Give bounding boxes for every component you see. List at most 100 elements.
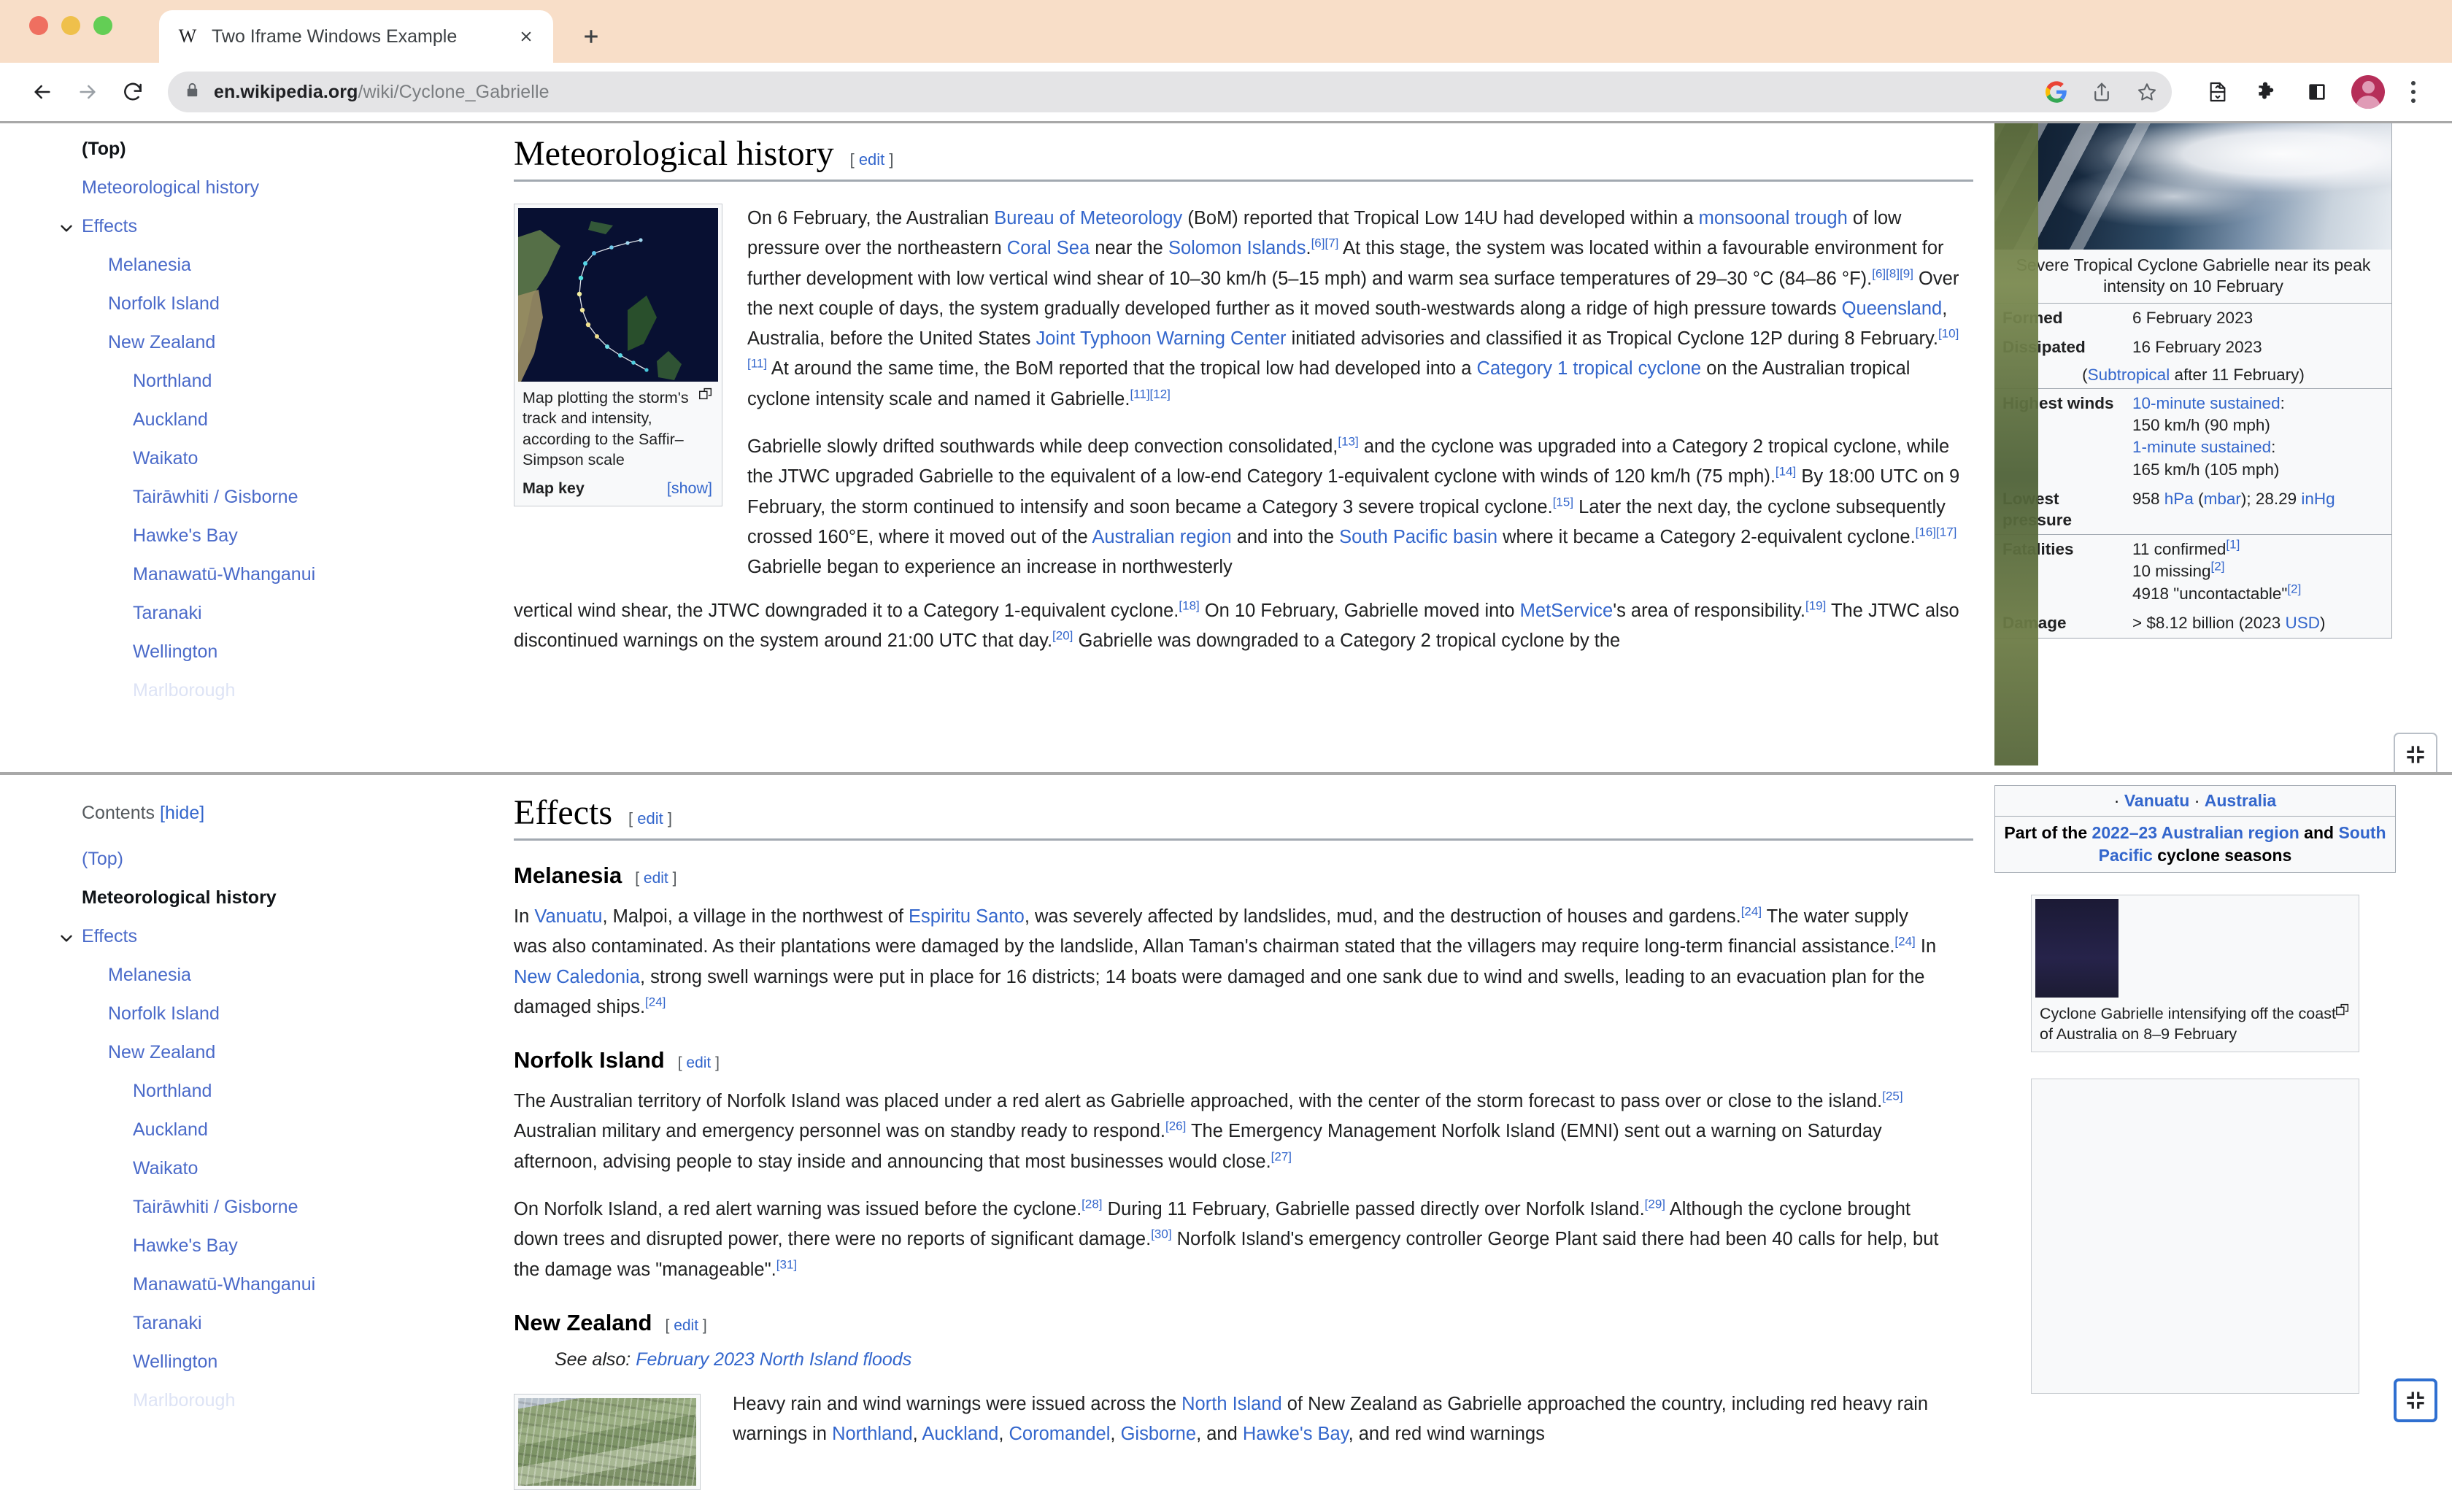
frame1-table-of-contents: Contents [hide] (Top) Meteorological his… [0,123,482,719]
close-tab-icon[interactable] [515,26,537,47]
share-icon[interactable] [2084,74,2119,109]
browser-toolbar: en.wikipedia.org/wiki/Cyclone_Gabrielle [0,63,2452,121]
tab-strip: W Two Iframe Windows Example [0,0,2452,63]
minimize-window-button[interactable] [61,16,80,35]
frame2-toc-item-waikato[interactable]: Waikato [82,1158,482,1179]
frame1-infobox-value-lowest-pressure: 958 hPa (mbar); 28.29 inHg [2131,485,2391,535]
frame2-toc-item-meteorological-history[interactable]: Meteorological history [82,887,482,908]
expand-image-icon[interactable] [2335,1002,2351,1018]
frame1-toc-item-manawatu-whanganui[interactable]: Manawatū-Whanganui [82,564,482,585]
frame1-infobox: Severe Tropical Cyclone Gabrielle near i… [1994,123,2392,639]
frame2-norfolk-paragraph-1: The Australian territory of Norfolk Isla… [514,1087,1944,1177]
frame1-toc-item-melanesia[interactable]: Melanesia [82,255,482,275]
frame2-toc-item-manawatu-whanganui[interactable]: Manawatū-Whanganui [82,1274,482,1295]
frame2-toc-item-wellington[interactable]: Wellington [82,1351,482,1372]
wikipedia-favicon-icon: W [175,24,200,49]
frame2-toc-item-top[interactable]: (Top) [82,849,482,869]
frame2-section-heading: Effects [ edit ] [514,792,1973,833]
frame2-norfolk-paragraph-2: On Norfolk Island, a red alert warning w… [514,1195,1944,1285]
frame2-toc-item-new-zealand[interactable]: New Zealand [82,1042,482,1062]
frame1-track-map-thumbnail[interactable]: Map plotting the storm's track and inten… [514,204,722,506]
maximize-window-button[interactable] [93,16,112,35]
forward-arrow-icon[interactable] [67,72,108,112]
omnibox-actions [2039,74,2164,109]
frame2-affected-areas: · Vanuatu · Australia [1994,785,2396,816]
frame2-toc-item-melanesia[interactable]: Melanesia [82,965,482,985]
address-bar[interactable]: en.wikipedia.org/wiki/Cyclone_Gabrielle [168,72,2172,112]
close-window-button[interactable] [29,16,48,35]
chevron-down-icon[interactable] [57,219,76,238]
frame1-infobox-clip: Severe Tropical Cyclone Gabrielle near i… [1994,123,2394,765]
frame1-exit-fullscreen-button[interactable] [2394,733,2437,772]
frame2-toc-item-norfolk-island[interactable]: Norfolk Island [82,1003,482,1024]
frame1-map-key-show-link[interactable]: [show] [667,479,712,498]
frame2-see-also: See also: February 2023 North Island flo… [555,1349,1973,1370]
frame1-toc-item-top[interactable]: (Top) [82,139,482,159]
frame2-see-also-link[interactable]: February 2023 North Island floods [636,1349,911,1370]
frame2-toc-hide-link[interactable]: [hide] [160,803,204,823]
puzzle-piece-icon[interactable] [2248,72,2287,112]
frame1-paragraph-2: Gabrielle slowly drifted southwards whil… [747,432,1973,582]
iframe-effects[interactable]: Contents [hide] (Top) Meteorological his… [0,775,2452,1512]
three-dot-menu-icon[interactable] [2397,72,2430,112]
frame1-section-title: Meteorological history [514,134,834,174]
frame2-toc-item-marlborough[interactable]: Marlborough [82,1390,482,1411]
page-scroll-icon[interactable] [2198,72,2237,112]
reload-icon[interactable] [112,72,153,112]
frame2-norfolk-edit-link[interactable]: [ edit ] [678,1054,720,1072]
frame1-toc-item-hawkes-bay[interactable]: Hawke's Bay [82,525,482,546]
frame2-toc-item-auckland[interactable]: Auckland [82,1119,482,1140]
frame2-aerial-thumbnail[interactable] [514,1394,701,1490]
expand-image-icon[interactable] [698,386,714,402]
frame2-newzealand-edit-link[interactable]: [ edit ] [666,1317,707,1335]
frame2-sidebar-thumbnail-1[interactable]: Cyclone Gabrielle intensifying off the c… [2031,895,2359,1052]
frame1-toc-item-new-zealand[interactable]: New Zealand [82,332,482,352]
frame1-track-map-image [518,208,718,382]
frame2-toc-item-hawkes-bay[interactable]: Hawke's Bay [82,1235,482,1256]
new-tab-button[interactable] [572,18,610,55]
frame1-infobox-caption: Severe Tropical Cyclone Gabrielle near i… [1995,250,2391,303]
frame1-infobox-value-formed: 6 February 2023 [2131,304,2391,333]
frame1-map-key-row: Map key [show] [518,474,718,502]
frame1-edit-link[interactable]: [ edit ] [850,150,894,169]
frame2-toc-item-tairawhiti-gisborne[interactable]: Tairāwhiti / Gisborne [82,1197,482,1217]
frame1-infobox-value-fatalities: 11 confirmed[1]10 missing[2]4918 "uncont… [2131,535,2391,608]
frame1-toc-item-meteorological-history[interactable]: Meteorological history [82,177,482,198]
frame1-infobox-value-damage: > $8.12 billion (2023 USD) [2131,609,2391,638]
frame1-toc-item-northland[interactable]: Northland [82,371,482,391]
frame1-infobox-value-dissipated: 16 February 2023 [2131,333,2391,362]
frame1-toc-item-effects[interactable]: Effects [82,216,482,236]
frame2-norfolk-heading: Norfolk Island [ edit ] [514,1047,1973,1073]
frame2-melanesia-heading: Melanesia [ edit ] [514,863,1973,889]
frame2-newzealand-title: New Zealand [514,1310,652,1336]
frame1-toc-item-wellington[interactable]: Wellington [82,641,482,662]
frame2-melanesia-paragraph: In Vanuatu, Malpoi, a village in the nor… [514,902,1944,1022]
frame1-toc-item-tairawhiti-gisborne[interactable]: Tairāwhiti / Gisborne [82,487,482,507]
profile-avatar[interactable] [2351,75,2385,109]
back-arrow-icon[interactable] [22,72,63,112]
frame2-toc-item-northland[interactable]: Northland [82,1081,482,1101]
frame1-toc-item-waikato[interactable]: Waikato [82,448,482,468]
browser-tab[interactable]: W Two Iframe Windows Example [159,10,553,63]
frame2-sidebar-thumbnail-2[interactable] [2031,1079,2359,1394]
browser-chrome: W Two Iframe Windows Example en.wikipedi… [0,0,2452,121]
frame1-infobox-subtropical-note: (Subtropical after 11 February) [1995,362,2391,388]
frame1-toc-item-norfolk-island[interactable]: Norfolk Island [82,293,482,314]
frame2-toc-item-effects[interactable]: Effects [82,926,482,946]
frame2-melanesia-edit-link[interactable]: [ edit ] [635,870,676,887]
frame1-paragraph-2-continued: vertical wind shear, the JTWC downgraded… [514,596,1973,657]
frame1-infobox-image [1995,123,2391,250]
frame1-toc-item-marlborough[interactable]: Marlborough [82,680,482,701]
frame2-toc-item-taranaki[interactable]: Taranaki [82,1313,482,1333]
frame1-toc-item-auckland[interactable]: Auckland [82,409,482,430]
side-panel-icon[interactable] [2297,72,2337,112]
iframe-meteorological-history[interactable]: Contents [hide] (Top) Meteorological his… [0,123,2452,772]
star-icon[interactable] [2129,74,2164,109]
frame2-edit-link[interactable]: [ edit ] [628,809,672,828]
frame1-toc-item-taranaki[interactable]: Taranaki [82,603,482,623]
chevron-down-icon[interactable] [57,929,76,948]
frame1-infobox-row-dissipated: Dissipated 16 February 2023 [1995,333,2391,362]
frame1-infobox-row-damage: Damage > $8.12 billion (2023 USD) [1995,609,2391,638]
frame2-exit-fullscreen-button[interactable] [2394,1378,2437,1422]
google-g-icon[interactable] [2039,74,2074,109]
